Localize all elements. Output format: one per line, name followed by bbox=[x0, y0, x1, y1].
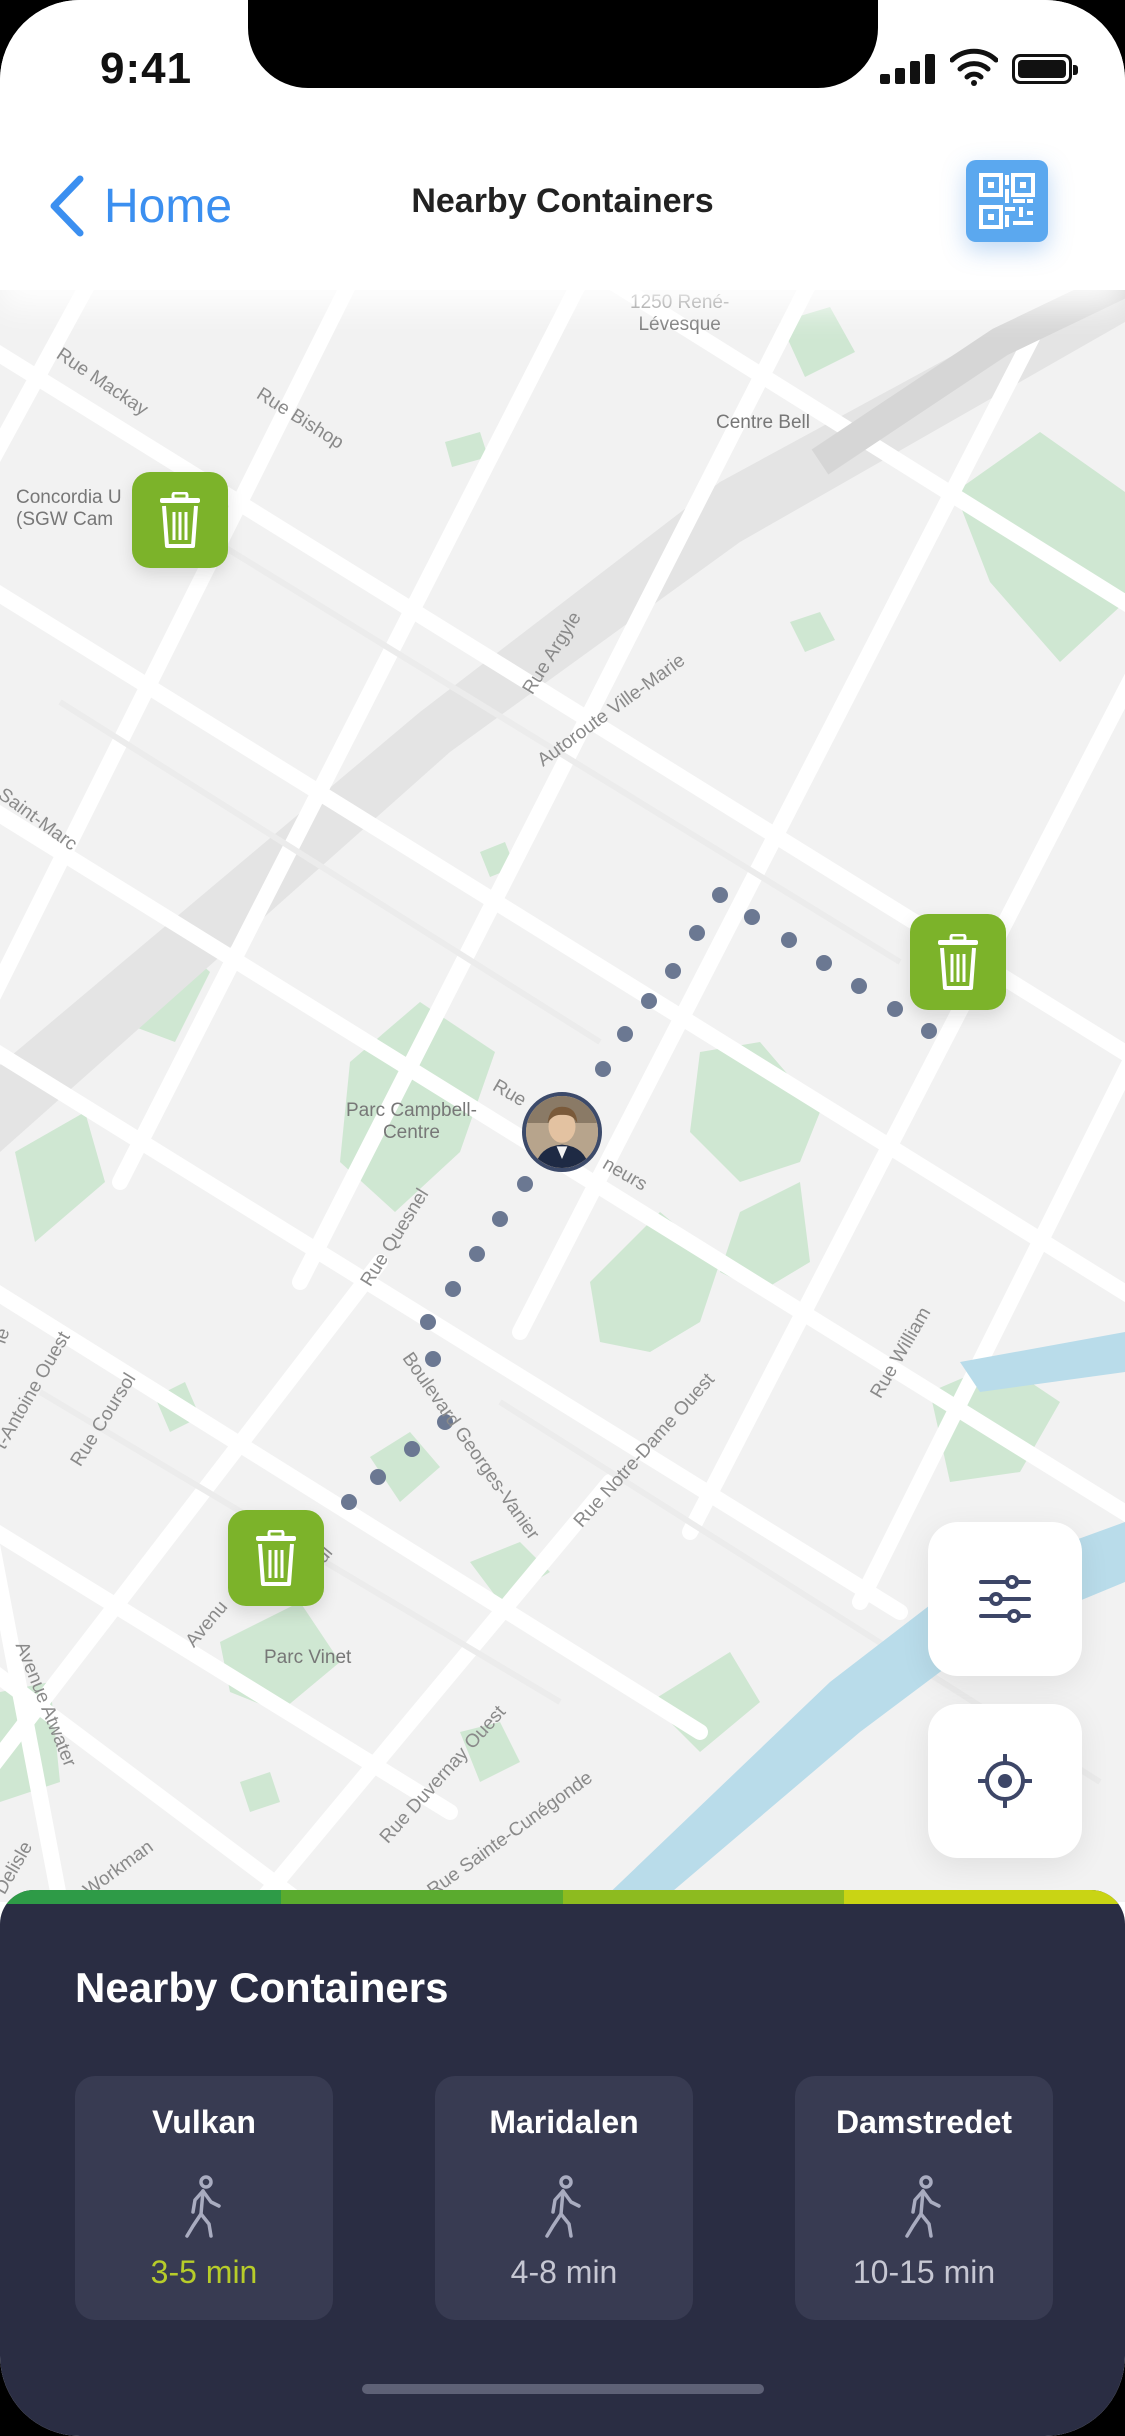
phone-screen: 9:41 Home Nearby Containers 1250 René- L… bbox=[0, 0, 1125, 2436]
map-place-label: Concordia U (SGW Cam bbox=[16, 487, 122, 530]
card-name: Damstredet bbox=[835, 2104, 1013, 2140]
strip-segment bbox=[843, 1890, 1125, 1904]
container-pin[interactable] bbox=[132, 472, 228, 568]
card-walk-time: 4-8 min bbox=[510, 2254, 618, 2290]
trash-icon bbox=[256, 1530, 296, 1586]
container-pin[interactable] bbox=[910, 914, 1006, 1010]
container-card-maridalen[interactable]: Maridalen 4-8 min bbox=[435, 2076, 693, 2320]
map-place-label: Parc Vinet bbox=[264, 1647, 352, 1668]
qr-code-icon bbox=[979, 173, 1035, 229]
card-name: Vulkan bbox=[152, 2104, 256, 2140]
trash-icon bbox=[160, 492, 200, 548]
walking-person-icon bbox=[185, 2175, 221, 2238]
strip-segment bbox=[562, 1890, 844, 1904]
map-place-label: Parc Campbell- Centre bbox=[346, 1100, 477, 1143]
walking-person-icon bbox=[545, 2175, 581, 2238]
qr-scan-button[interactable] bbox=[966, 160, 1048, 242]
home-indicator[interactable] bbox=[362, 2384, 764, 2394]
cellular-signal-icon bbox=[880, 54, 936, 84]
filter-button[interactable] bbox=[928, 1522, 1082, 1676]
strip-segment bbox=[281, 1890, 563, 1904]
battery-icon bbox=[1012, 54, 1078, 84]
map-view[interactable]: 1250 René- Lévesque Centre Bell Concordia… bbox=[0, 282, 1125, 1902]
card-name: Maridalen bbox=[489, 2104, 639, 2140]
user-location-avatar[interactable] bbox=[522, 1092, 602, 1172]
map-place-label: 1250 René- Lévesque bbox=[630, 292, 730, 335]
crosshair-icon bbox=[978, 1754, 1032, 1808]
nav-bar: Home Nearby Containers bbox=[0, 140, 1125, 290]
notch bbox=[248, 0, 878, 88]
card-walk-time: 10-15 min bbox=[852, 2254, 996, 2290]
container-card-damstredet[interactable]: Damstredet 10-15 min bbox=[795, 2076, 1053, 2320]
card-walk-time: 3-5 min bbox=[150, 2254, 258, 2290]
status-time: 9:41 bbox=[100, 44, 193, 93]
status-bar: 9:41 bbox=[0, 0, 1125, 140]
color-strip bbox=[0, 1890, 1125, 1904]
locate-me-button[interactable] bbox=[928, 1704, 1082, 1858]
walking-person-icon bbox=[905, 2175, 941, 2238]
sheet-title: Nearby Containers bbox=[75, 1964, 449, 2011]
container-card-vulkan[interactable]: Vulkan 3-5 min bbox=[75, 2076, 333, 2320]
map-place-label: Centre Bell bbox=[716, 412, 810, 433]
container-pin[interactable] bbox=[228, 1510, 324, 1606]
avatar-portrait bbox=[526, 1096, 598, 1168]
wifi-icon bbox=[950, 48, 998, 86]
page-title: Nearby Containers bbox=[411, 182, 714, 220]
trash-icon bbox=[938, 934, 978, 990]
strip-segment bbox=[0, 1890, 282, 1904]
sliders-icon bbox=[979, 1575, 1031, 1623]
nearby-sheet: Nearby Containers Vulkan 3-5 min Maridal… bbox=[0, 1890, 1125, 2436]
